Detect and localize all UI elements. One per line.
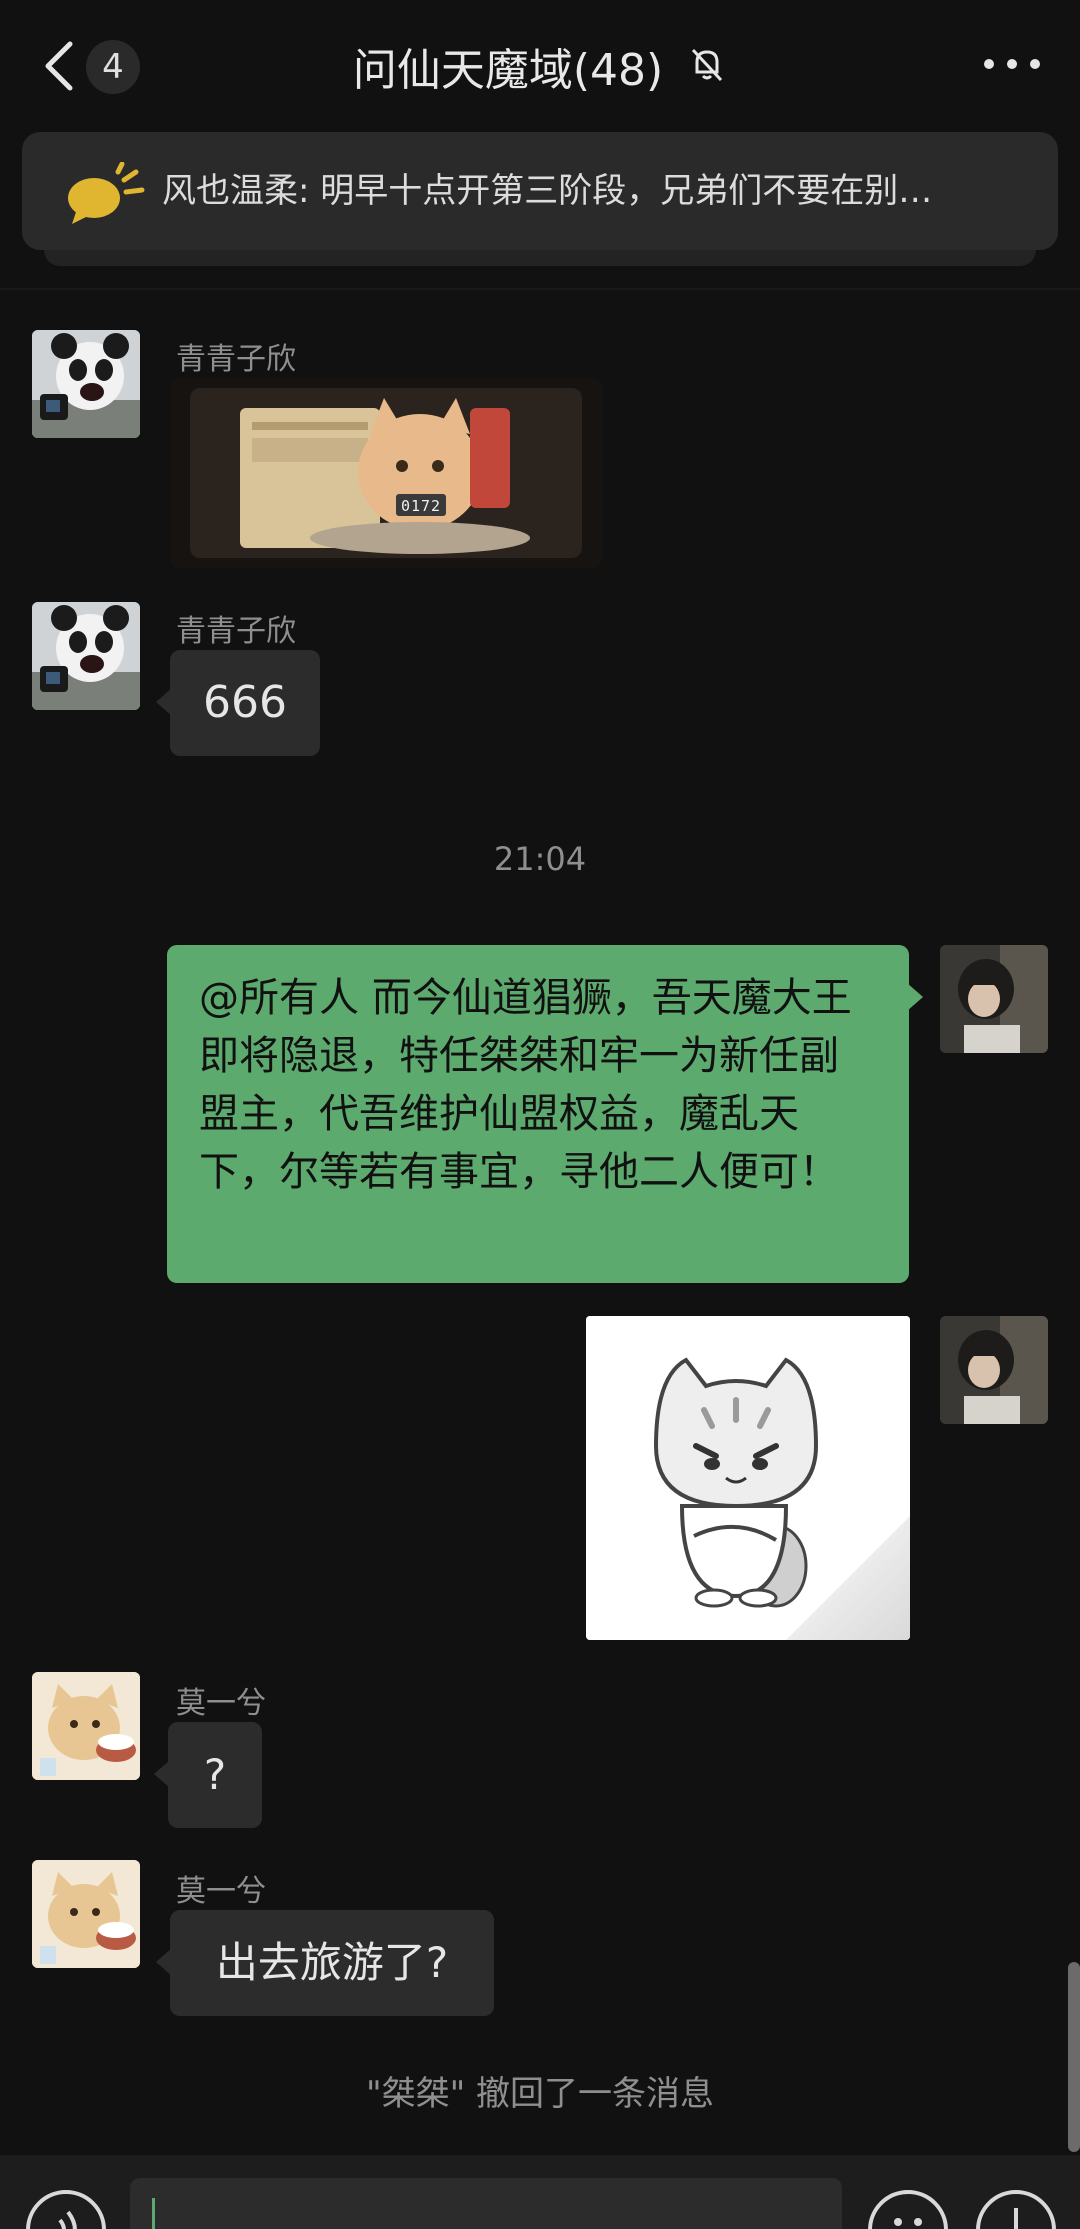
divider <box>0 288 1080 290</box>
sticker-message[interactable] <box>586 1316 910 1640</box>
plus-icon <box>1014 2208 1018 2229</box>
angry-cat-sticker-icon <box>586 1316 910 1640</box>
text-message-bubble[interactable]: 出去旅游了? <box>156 1910 494 2016</box>
pinned-text: 风也温柔: 明早十点开第三阶段，兄弟们不要在别… <box>162 171 933 211</box>
time-divider: 21:04 <box>493 840 587 878</box>
panda-avatar-icon <box>32 602 140 710</box>
smiley-icon <box>894 2218 922 2226</box>
dot-icon <box>1007 59 1017 69</box>
panda-avatar-icon <box>32 330 140 438</box>
avatar-panda[interactable] <box>32 602 140 710</box>
recall-notice: "桀桀" 撤回了一条消息 <box>365 2074 715 2114</box>
avatar-cat[interactable] <box>32 1672 140 1780</box>
sender-name: 青青子欣 <box>176 614 296 649</box>
scrollbar[interactable] <box>1068 1962 1080 2152</box>
anime-avatar-icon <box>940 945 1048 1053</box>
more-options-button[interactable] <box>984 56 1040 72</box>
voice-wave-icon <box>58 2210 77 2229</box>
chat-title: 问仙天魔域(48) <box>352 45 664 96</box>
text-message-bubble[interactable]: 666 <box>156 650 320 756</box>
sender-name: 莫一兮 <box>176 1874 266 1909</box>
voice-button[interactable] <box>26 2190 106 2229</box>
pinned-announcement[interactable]: 风也温柔: 明早十点开第三阶段，兄弟们不要在别… <box>22 132 1058 250</box>
sender-name: 莫一兮 <box>176 1686 266 1721</box>
mute-bell-icon <box>687 44 727 88</box>
anime-avatar-icon <box>940 1316 1048 1424</box>
game-screenshot-image <box>170 378 602 568</box>
avatar-self[interactable] <box>940 945 1048 1053</box>
image-message[interactable]: 0172 <box>170 378 602 568</box>
text-caret <box>152 2198 155 2229</box>
avatar-cat[interactable] <box>32 1860 140 1968</box>
cat-rice-avatar-icon <box>32 1860 140 1968</box>
avatar-panda[interactable] <box>32 330 140 438</box>
image-counter-text: 0172 <box>400 497 442 515</box>
dot-icon <box>1030 59 1040 69</box>
cat-rice-avatar-icon <box>32 1672 140 1780</box>
outgoing-message-bubble[interactable]: @所有人 而今仙道猖獗，吾天魔大王即将隐退，特任桀桀和牢一为新任副盟主，代吾维护… <box>167 945 923 1283</box>
plus-button[interactable] <box>976 2190 1056 2229</box>
text-message-bubble[interactable]: ? <box>154 1722 262 1828</box>
emoji-button[interactable] <box>868 2190 948 2229</box>
avatar-self[interactable] <box>940 1316 1048 1424</box>
sender-name: 青青子欣 <box>176 342 296 377</box>
dot-icon <box>984 59 994 69</box>
chat-header: 4 问仙天魔域(48) <box>0 0 1080 132</box>
announcement-bubble-icon <box>68 162 145 224</box>
message-input[interactable] <box>130 2178 842 2229</box>
